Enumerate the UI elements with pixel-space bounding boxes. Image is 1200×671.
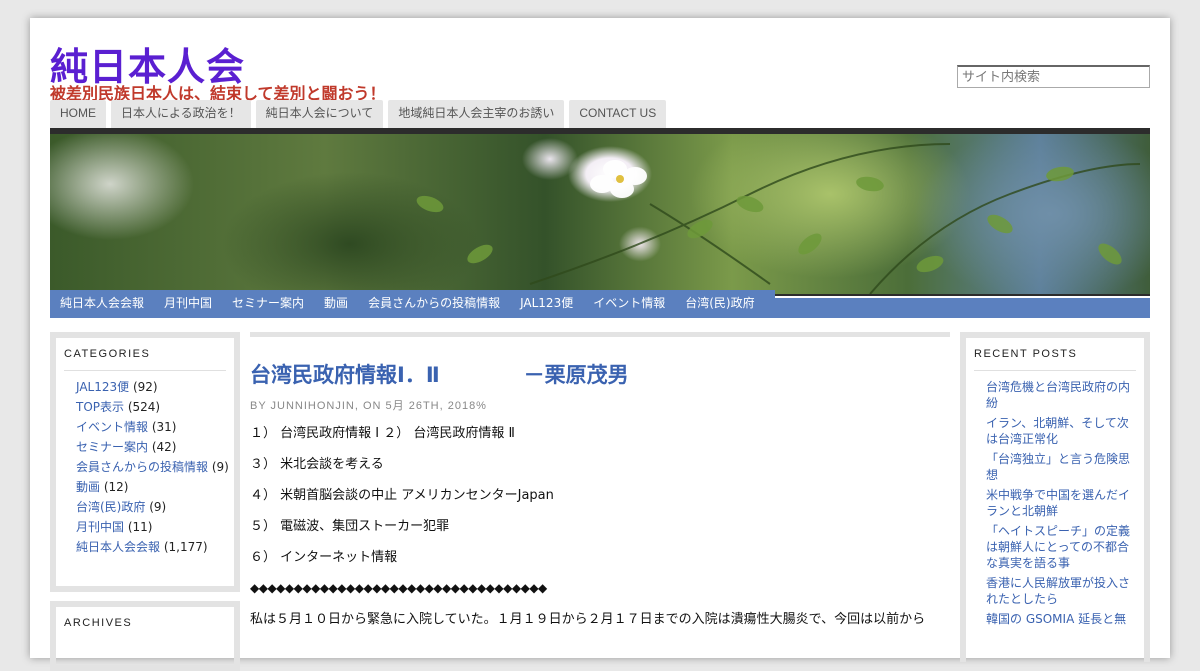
category-count: (92)	[132, 380, 158, 394]
nav-tab-about[interactable]: 純日本人会について	[255, 100, 384, 128]
nav-tab-invitation[interactable]: 地域純日本人会主宰のお誘い	[388, 100, 565, 128]
banner-flower-image	[50, 134, 1150, 294]
post-line: ３） 米北会談を考える	[250, 457, 384, 472]
cat-nav-member-posts[interactable]: 会員さんからの投稿情報	[358, 290, 510, 318]
category-count: (9)	[211, 460, 229, 474]
category-count: (12)	[103, 480, 129, 494]
post-line: ４） 米朝首脳会談の中止 アメリカンセンターJapan	[250, 488, 554, 503]
post-line: １） 台湾民政府情報 Ⅰ ２） 台湾民政府情報 Ⅱ	[250, 426, 515, 441]
archives-title: ARCHIVES	[64, 617, 133, 629]
category-link[interactable]: 会員さんからの投稿情報	[76, 460, 208, 474]
recent-post-link[interactable]: 台湾危機と台湾民政府の内紛	[986, 380, 1130, 410]
post-body: １） 台湾民政府情報 Ⅰ ２） 台湾民政府情報 Ⅱ ３） 米北会談を考える ４）…	[250, 425, 950, 643]
cat-nav-kaiho[interactable]: 純日本人会会報	[50, 290, 154, 318]
nav-tab-contact[interactable]: CONTACT US	[569, 100, 667, 128]
categories-title: CATEGORIES	[64, 348, 226, 371]
recent-post-link[interactable]: イラン、北朝鮮、そして次は台湾正常化	[986, 416, 1129, 446]
category-link[interactable]: 純日本人会会報	[76, 540, 160, 554]
recent-post-link[interactable]: 香港に人民解放軍が投入されたとしたら	[986, 576, 1130, 606]
category-count: (11)	[127, 520, 153, 534]
list-item: セミナー案内 (42)	[76, 439, 234, 455]
cat-nav-taiwan-gov[interactable]: 台湾(民)政府	[675, 290, 764, 318]
list-item: 香港に人民解放軍が投入されたとしたら	[986, 575, 1136, 607]
header-banner	[50, 128, 1150, 296]
list-item: 米中戦争で中国を選んだイランと北朝鮮	[986, 487, 1136, 519]
cat-nav-jal123[interactable]: JAL123便	[510, 290, 583, 318]
list-item: 台湾(民)政府 (9)	[76, 499, 234, 515]
categories-list: JAL123便 (92) TOP表示 (524) イベント情報 (31) セミナ…	[56, 371, 234, 555]
recent-posts-widget: RECENT POSTS 台湾危機と台湾民政府の内紛 イラン、北朝鮮、そして次は…	[960, 332, 1150, 662]
list-item: 台湾危機と台湾民政府の内紛	[986, 379, 1136, 411]
cat-nav-video[interactable]: 動画	[314, 290, 358, 318]
post-meta: BY JUNNIHONJIN, ON 5月 26TH, 2018%	[250, 400, 487, 412]
cat-nav-monthly-china[interactable]: 月刊中国	[154, 290, 222, 318]
category-navigation: 純日本人会会報 月刊中国 セミナー案内 動画 会員さんからの投稿情報 JAL12…	[50, 290, 775, 318]
list-item: 韓国の GSOMIA 延長と無	[986, 611, 1136, 627]
post-line: ５） 電磁波、集団ストーカー犯罪	[250, 519, 450, 534]
category-link[interactable]: イベント情報	[76, 420, 148, 434]
list-item: 月刊中国 (11)	[76, 519, 234, 535]
cat-nav-seminar[interactable]: セミナー案内	[222, 290, 314, 318]
category-count: (9)	[149, 500, 167, 514]
recent-posts-list: 台湾危機と台湾民政府の内紛 イラン、北朝鮮、そして次は台湾正常化 「台湾独立」と…	[966, 371, 1144, 627]
recent-post-link[interactable]: 米中戦争で中国を選んだイランと北朝鮮	[986, 488, 1130, 518]
list-item: イベント情報 (31)	[76, 419, 234, 435]
nav-tab-politics[interactable]: 日本人による政治を！	[111, 100, 251, 128]
recent-post-link[interactable]: 韓国の GSOMIA 延長と無	[986, 612, 1126, 626]
list-item: JAL123便 (92)	[76, 379, 234, 395]
category-link[interactable]: JAL123便	[76, 380, 129, 394]
category-count: (1,177)	[163, 540, 208, 554]
post-line: ６） インターネット情報	[250, 550, 398, 565]
list-item: イラン、北朝鮮、そして次は台湾正常化	[986, 415, 1136, 447]
list-item: 会員さんからの投稿情報 (9)	[76, 459, 234, 475]
list-item: 動画 (12)	[76, 479, 234, 495]
recent-post-link[interactable]: 「台湾独立」と言う危険思想	[986, 452, 1130, 482]
nav-tab-home[interactable]: HOME	[50, 100, 106, 128]
category-count: (31)	[151, 420, 177, 434]
category-link[interactable]: 台湾(民)政府	[76, 500, 145, 514]
category-link[interactable]: TOP表示	[76, 400, 124, 414]
list-item: 「ヘイトスピーチ」の定義は朝鮮人にとっての不都合な真実を語る事	[986, 523, 1136, 571]
recent-post-link[interactable]: 「ヘイトスピーチ」の定義は朝鮮人にとっての不都合な真実を語る事	[986, 524, 1130, 570]
site-search-input[interactable]	[957, 65, 1150, 88]
main-content: 台湾民政府情報Ⅰ．Ⅱ －栗原茂男 BY JUNNIHONJIN, ON 5月 2…	[250, 332, 950, 662]
cat-nav-events[interactable]: イベント情報	[583, 290, 675, 318]
top-navigation: HOME 日本人による政治を！ 純日本人会について 地域純日本人会主宰のお誘い …	[50, 100, 667, 128]
recent-posts-title: RECENT POSTS	[974, 348, 1136, 371]
post-paragraph: 私は５月１０日から緊急に入院していた。１月１９日から２月１７日までの入院は潰瘍性…	[250, 612, 926, 627]
category-link[interactable]: 月刊中国	[76, 520, 124, 534]
post-title[interactable]: 台湾民政府情報Ⅰ．Ⅱ －栗原茂男	[250, 359, 629, 389]
list-item: 純日本人会会報 (1,177)	[76, 539, 234, 555]
list-item: TOP表示 (524)	[76, 399, 234, 415]
post-divider: ◆◆◆◆◆◆◆◆◆◆◆◆◆◆◆◆◆◆◆◆◆◆◆◆◆◆◆◆◆◆◆◆◆◆	[250, 581, 547, 595]
banner-decoration	[416, 143, 1141, 294]
categories-widget: CATEGORIES JAL123便 (92) TOP表示 (524) イベント…	[50, 332, 240, 592]
category-link[interactable]: セミナー案内	[76, 440, 148, 454]
category-count: (524)	[127, 400, 161, 414]
list-item: 「台湾独立」と言う危険思想	[986, 451, 1136, 483]
category-count: (42)	[151, 440, 177, 454]
category-link[interactable]: 動画	[76, 480, 100, 494]
archives-widget: ARCHIVES	[50, 601, 240, 671]
page-container: 純日本人会 被差別民族日本人は、結束して差別と闘おう！ HOME 日本人による政…	[30, 18, 1170, 671]
